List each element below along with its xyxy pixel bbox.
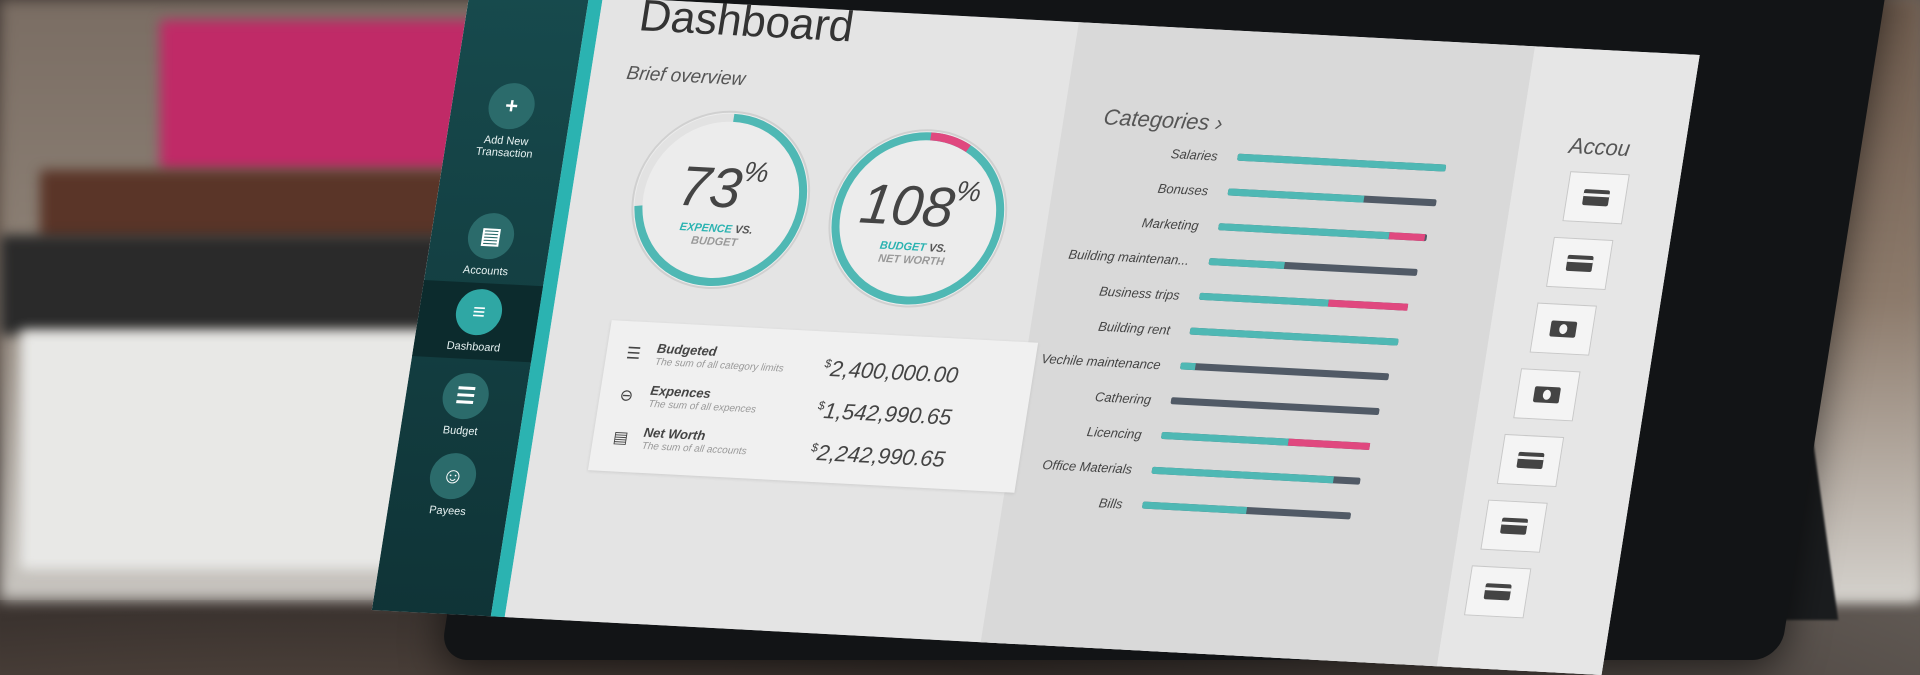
gauge-percent: 108% bbox=[820, 168, 1019, 243]
summary-description: The sum of all expences bbox=[647, 398, 757, 416]
account-card[interactable] bbox=[1463, 565, 1532, 619]
stack-icon: ☰ bbox=[625, 345, 642, 363]
card-icon bbox=[1483, 583, 1512, 601]
category-spent-fill bbox=[1141, 501, 1248, 515]
summary-amount: 1,542,990.65 bbox=[822, 398, 954, 430]
folder-icon: ▤ bbox=[611, 429, 630, 448]
gauge-unit: % bbox=[741, 155, 772, 189]
category-spent-fill bbox=[1208, 257, 1285, 269]
gauge-caption-vs: VS. bbox=[734, 223, 754, 237]
gauge-caption-rest: BUDGET bbox=[690, 234, 739, 250]
gauge-caption-highlight: BUDGET bbox=[878, 239, 927, 255]
people-icon: ☺ bbox=[426, 451, 480, 501]
minus-circle-icon: ⊖ bbox=[618, 387, 635, 405]
background-book bbox=[40, 170, 460, 240]
summary-description: The sum of all category limits bbox=[654, 356, 785, 375]
gauge-percent: 73% bbox=[623, 150, 822, 225]
sidebar-item-accounts[interactable]: ▤ Accounts bbox=[425, 210, 554, 280]
summary-description: The sum of all accounts bbox=[640, 440, 748, 458]
category-spent-fill bbox=[1179, 362, 1196, 371]
cash-icon bbox=[1549, 320, 1578, 338]
stack-icon: ☰ bbox=[439, 371, 493, 421]
account-card[interactable] bbox=[1480, 499, 1548, 553]
background-book bbox=[160, 20, 490, 170]
sidebar-item-label: Accounts bbox=[462, 263, 509, 279]
summary-amount: 2,400,000.00 bbox=[828, 356, 961, 388]
accounts-title: Accou bbox=[1567, 132, 1633, 162]
category-spent-fill bbox=[1227, 188, 1364, 203]
main-content: Dashboard Brief overview 73% EXPENCE VS.… bbox=[501, 0, 1700, 675]
category-spent-fill bbox=[1170, 397, 1172, 405]
category-spent-fill bbox=[1160, 431, 1290, 446]
account-card[interactable] bbox=[1562, 171, 1630, 225]
summary-value: $2,242,990.65 bbox=[809, 440, 947, 473]
account-card[interactable] bbox=[1529, 302, 1598, 356]
card-icon bbox=[1565, 254, 1594, 273]
sidebar-item-label: Payees bbox=[428, 504, 467, 519]
summary-value: $2,400,000.00 bbox=[822, 356, 960, 389]
gauge-caption-vs: VS. bbox=[928, 242, 948, 256]
summary-value: $1,542,990.65 bbox=[815, 398, 953, 431]
sliders-icon: ≡ bbox=[452, 287, 506, 337]
background-book bbox=[0, 235, 470, 335]
card-icon bbox=[1499, 517, 1529, 535]
summary-label: Budgeted bbox=[656, 340, 718, 359]
gauge-value: 108 bbox=[856, 171, 959, 240]
account-card[interactable] bbox=[1496, 433, 1565, 488]
sidebar-item-label: Budget bbox=[441, 424, 479, 439]
summary-label: Net Worth bbox=[642, 424, 707, 444]
card-icon bbox=[1516, 451, 1545, 470]
gauge-caption-rest: NET WORTH bbox=[877, 252, 946, 269]
summary-label: Expences bbox=[649, 382, 712, 401]
summary-amount: 2,242,990.65 bbox=[815, 440, 947, 472]
gauge-value: 73 bbox=[674, 153, 747, 220]
category-over-fill bbox=[1388, 232, 1426, 242]
categories-title-label: Categories bbox=[1101, 104, 1212, 135]
category-over-fill bbox=[1287, 438, 1371, 450]
page-title: Dashboard bbox=[636, 0, 858, 52]
sidebar-item-payees[interactable]: ☺ Payees bbox=[387, 450, 516, 520]
sidebar-item-add-transaction[interactable]: + Add New Transaction bbox=[444, 80, 575, 162]
account-card[interactable] bbox=[1513, 368, 1581, 422]
folder-icon: ▤ bbox=[464, 211, 518, 261]
card-icon bbox=[1581, 189, 1611, 207]
app-screen: + Add New Transaction ▤ Accounts ≡ Dashb… bbox=[371, 0, 1700, 675]
section-subtitle: Brief overview bbox=[625, 62, 747, 91]
gauge-budget-vs-net-worth: 108% BUDGET VS. NET WORTH bbox=[809, 118, 1028, 318]
category-spent-fill bbox=[1198, 292, 1330, 307]
account-card[interactable] bbox=[1545, 236, 1614, 290]
sidebar-item-label: Dashboard bbox=[445, 339, 502, 355]
sidebar-item-budget[interactable]: ☰ Budget bbox=[400, 370, 529, 440]
category-over-fill bbox=[1328, 299, 1409, 311]
plus-icon: + bbox=[485, 81, 539, 131]
sidebar-item-label: Add New Transaction bbox=[474, 133, 534, 161]
sidebar-item-dashboard[interactable]: ≡ Dashboard bbox=[412, 280, 544, 363]
cash-icon bbox=[1532, 386, 1562, 404]
gauge-caption-highlight: EXPENCE bbox=[678, 220, 733, 236]
gauge-unit: % bbox=[954, 175, 984, 208]
gauge-expence-vs-budget: 73% EXPENCE VS. BUDGET bbox=[611, 100, 830, 300]
